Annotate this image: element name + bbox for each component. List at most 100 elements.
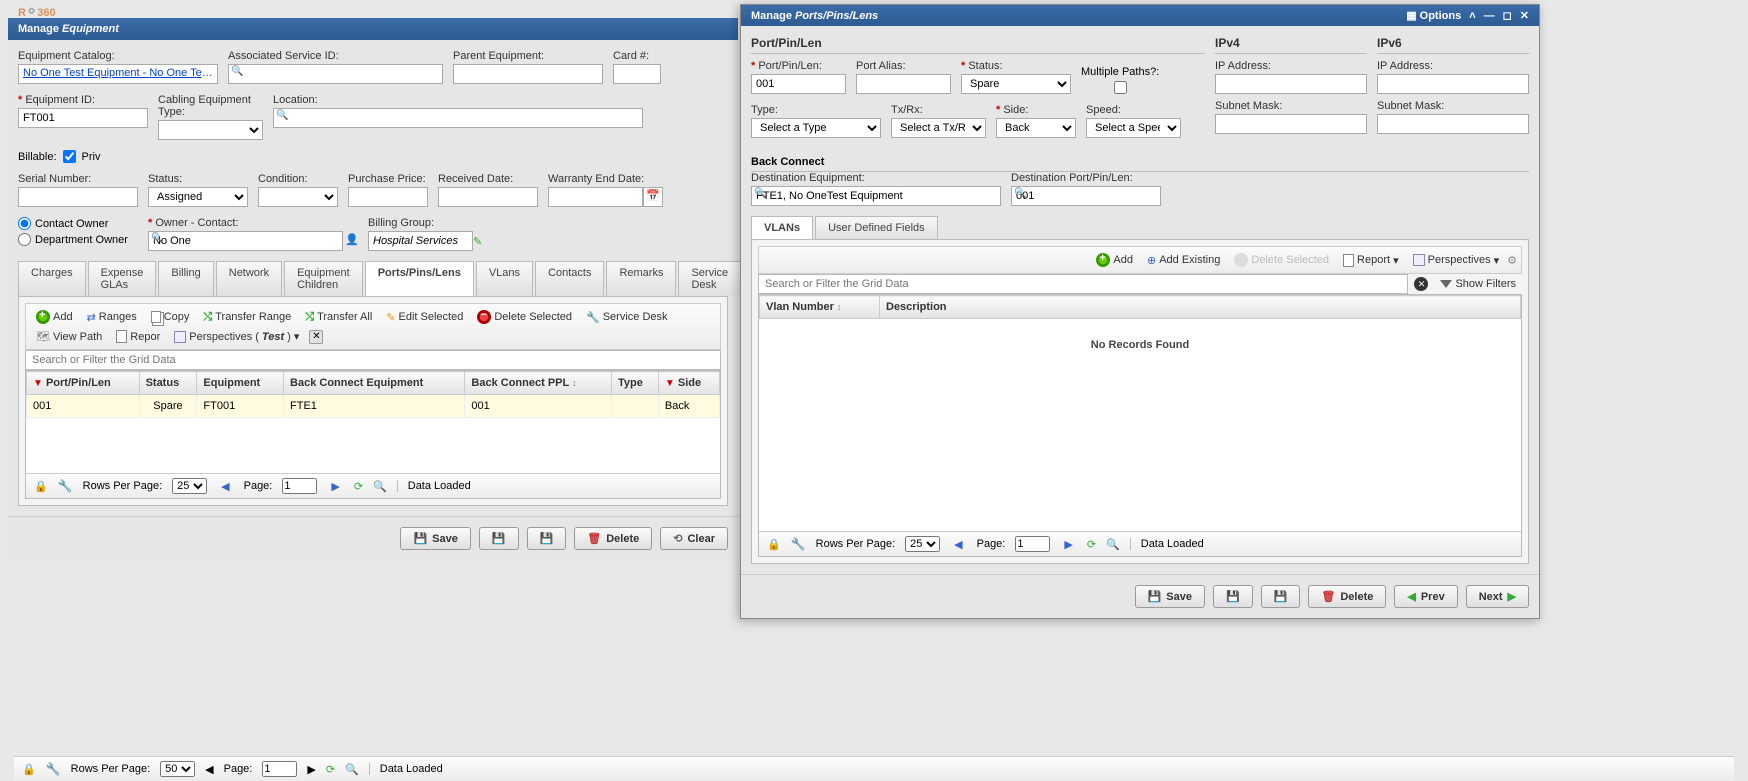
equipment-catalog-link[interactable]: No One Test Equipment - No One Test Equ… xyxy=(18,64,218,84)
perspectives-button[interactable]: Perspectives (Test) ▾ xyxy=(168,328,305,345)
lock-icon[interactable]: 🔒 xyxy=(767,538,781,551)
speed-select[interactable]: Select a Speed xyxy=(1086,118,1181,138)
location-input[interactable] xyxy=(273,108,643,128)
tab-ports-pins-lens[interactable]: Ports/Pins/Lens xyxy=(365,261,474,296)
wrench-icon[interactable]: 🔧 xyxy=(58,479,73,493)
tab-service-desk[interactable]: Service Desk xyxy=(678,261,741,296)
col-equipment[interactable]: Equipment xyxy=(197,372,284,395)
ranges-button[interactable]: ⇄Ranges xyxy=(81,309,143,326)
next-page-icon[interactable]: ▶ xyxy=(307,763,315,776)
modal-grid-filter-input[interactable] xyxy=(758,274,1408,294)
copy-button[interactable]: Copy xyxy=(145,309,196,325)
received-date-input[interactable] xyxy=(438,187,538,207)
prev-page-icon[interactable]: ◀ xyxy=(205,763,213,776)
multiple-paths-checkbox[interactable] xyxy=(1114,81,1127,94)
associated-service-input[interactable] xyxy=(228,64,443,84)
next-page-icon[interactable]: ▶ xyxy=(327,480,343,493)
clear-button[interactable]: ⟲Clear xyxy=(660,527,728,550)
owner-contact-lookup-icon[interactable]: 👤 xyxy=(343,231,361,251)
transfer-all-button[interactable]: ⤭Transfer All xyxy=(299,309,378,326)
txrx-select[interactable]: Select a Tx/Rx xyxy=(891,118,986,138)
lock-icon[interactable]: 🔒 xyxy=(22,763,36,776)
card-number-input[interactable] xyxy=(613,64,661,84)
modal-status-select[interactable]: Spare xyxy=(961,74,1071,94)
maximize-icon[interactable]: ◻ xyxy=(1503,9,1512,22)
parent-equipment-input[interactable] xyxy=(453,64,603,84)
rows-per-page-select[interactable]: 25 xyxy=(905,536,940,552)
edit-selected-button[interactable]: ✎Edit Selected xyxy=(380,309,469,326)
prev-page-icon[interactable]: ◀ xyxy=(950,538,966,551)
warranty-input[interactable] xyxy=(548,187,643,207)
page-input[interactable] xyxy=(282,478,317,494)
minimize-icon[interactable]: — xyxy=(1484,10,1495,22)
modal-delete-selected-button[interactable]: Delete Selected xyxy=(1228,251,1335,269)
col-description[interactable]: Description xyxy=(880,296,1521,319)
purchase-price-input[interactable] xyxy=(348,187,428,207)
billing-group-edit-icon[interactable]: ✎ xyxy=(473,235,482,248)
modal-save-button[interactable]: 💾Save xyxy=(1135,585,1205,608)
contact-owner-radio[interactable]: Contact Owner xyxy=(18,217,138,230)
ipv4-mask-input[interactable] xyxy=(1215,114,1367,134)
cabling-type-select[interactable] xyxy=(158,120,263,140)
col-back-connect-equipment[interactable]: Back Connect Equipment xyxy=(284,372,465,395)
table-row[interactable]: 001 Spare FT001 FTE1 001 Back xyxy=(27,395,720,418)
tab-charges[interactable]: Charges xyxy=(18,261,86,296)
tab-user-defined-fields[interactable]: User Defined Fields xyxy=(815,216,938,239)
grid-filter-input[interactable] xyxy=(25,350,721,370)
refresh-icon[interactable]: ⟳ xyxy=(326,763,335,776)
rows-per-page-select[interactable]: 50 xyxy=(160,761,195,777)
outer-horizontal-scrollbar[interactable] xyxy=(14,739,1734,755)
wrench-icon[interactable]: 🔧 xyxy=(791,537,806,551)
refresh-icon[interactable]: ⟳ xyxy=(354,480,363,493)
col-type[interactable]: Type xyxy=(611,372,658,395)
modal-delete-button[interactable]: 🗑Delete xyxy=(1308,585,1386,608)
billing-group-input[interactable] xyxy=(368,231,473,251)
zoom-icon[interactable]: 🔍 xyxy=(373,480,387,493)
delete-button[interactable]: 🗑Delete xyxy=(574,527,652,550)
tab-vlans[interactable]: VLans xyxy=(476,261,533,296)
modal-add-button[interactable]: Add xyxy=(1090,251,1139,269)
transfer-range-button[interactable]: ⤭Transfer Range xyxy=(197,309,297,326)
ipv4-addr-input[interactable] xyxy=(1215,74,1367,94)
condition-select[interactable] xyxy=(258,187,338,207)
add-button[interactable]: Add xyxy=(30,308,79,326)
next-button[interactable]: Next▶ xyxy=(1466,585,1529,608)
tab-contacts[interactable]: Contacts xyxy=(535,261,604,296)
zoom-icon[interactable]: 🔍 xyxy=(345,763,359,776)
col-side[interactable]: ▼ Side xyxy=(658,372,719,395)
rows-per-page-select[interactable]: 25 xyxy=(172,478,207,494)
billable-checkbox[interactable] xyxy=(63,150,76,163)
chevron-icon[interactable]: ˄ xyxy=(1469,10,1475,22)
save-button[interactable]: 💾Save xyxy=(400,527,470,550)
next-page-icon[interactable]: ▶ xyxy=(1060,538,1076,551)
col-vlan-number[interactable]: Vlan Number ↕ xyxy=(760,296,880,319)
dest-ppl-input[interactable] xyxy=(1011,186,1161,206)
status-select[interactable]: Assigned xyxy=(148,187,248,207)
zoom-icon[interactable]: 🔍 xyxy=(1106,538,1120,551)
prev-button[interactable]: ◀Prev xyxy=(1394,585,1457,608)
prev-page-icon[interactable]: ◀ xyxy=(217,480,233,493)
tab-network[interactable]: Network xyxy=(216,261,282,296)
ipv6-mask-input[interactable] xyxy=(1377,114,1529,134)
department-owner-radio[interactable]: Department Owner xyxy=(18,233,138,246)
close-icon[interactable]: ✕ xyxy=(1520,9,1529,22)
page-input[interactable] xyxy=(1015,536,1050,552)
save-close-button[interactable]: 💾 xyxy=(527,527,567,550)
page-input[interactable] xyxy=(262,761,297,777)
wrench-icon[interactable]: 🔧 xyxy=(46,762,61,776)
owner-contact-input[interactable] xyxy=(148,231,343,251)
tab-remarks[interactable]: Remarks xyxy=(606,261,676,296)
modal-save-close-button[interactable]: 💾 xyxy=(1261,585,1301,608)
options-button[interactable]: ▦ Options xyxy=(1406,9,1461,22)
add-existing-button[interactable]: ⊕Add Existing xyxy=(1141,252,1226,269)
tab-vlans[interactable]: VLANs xyxy=(751,216,813,239)
modal-save-new-button[interactable]: 💾 xyxy=(1213,585,1253,608)
save-new-button[interactable]: 💾 xyxy=(479,527,519,550)
modal-ppl-input[interactable] xyxy=(751,74,846,94)
calendar-icon[interactable]: 📅 xyxy=(643,187,663,207)
port-alias-input[interactable] xyxy=(856,74,951,94)
tab-billing[interactable]: Billing xyxy=(158,261,213,296)
dest-equip-input[interactable] xyxy=(751,186,1001,206)
serial-input[interactable] xyxy=(18,187,138,207)
equipment-id-input[interactable] xyxy=(18,108,148,128)
